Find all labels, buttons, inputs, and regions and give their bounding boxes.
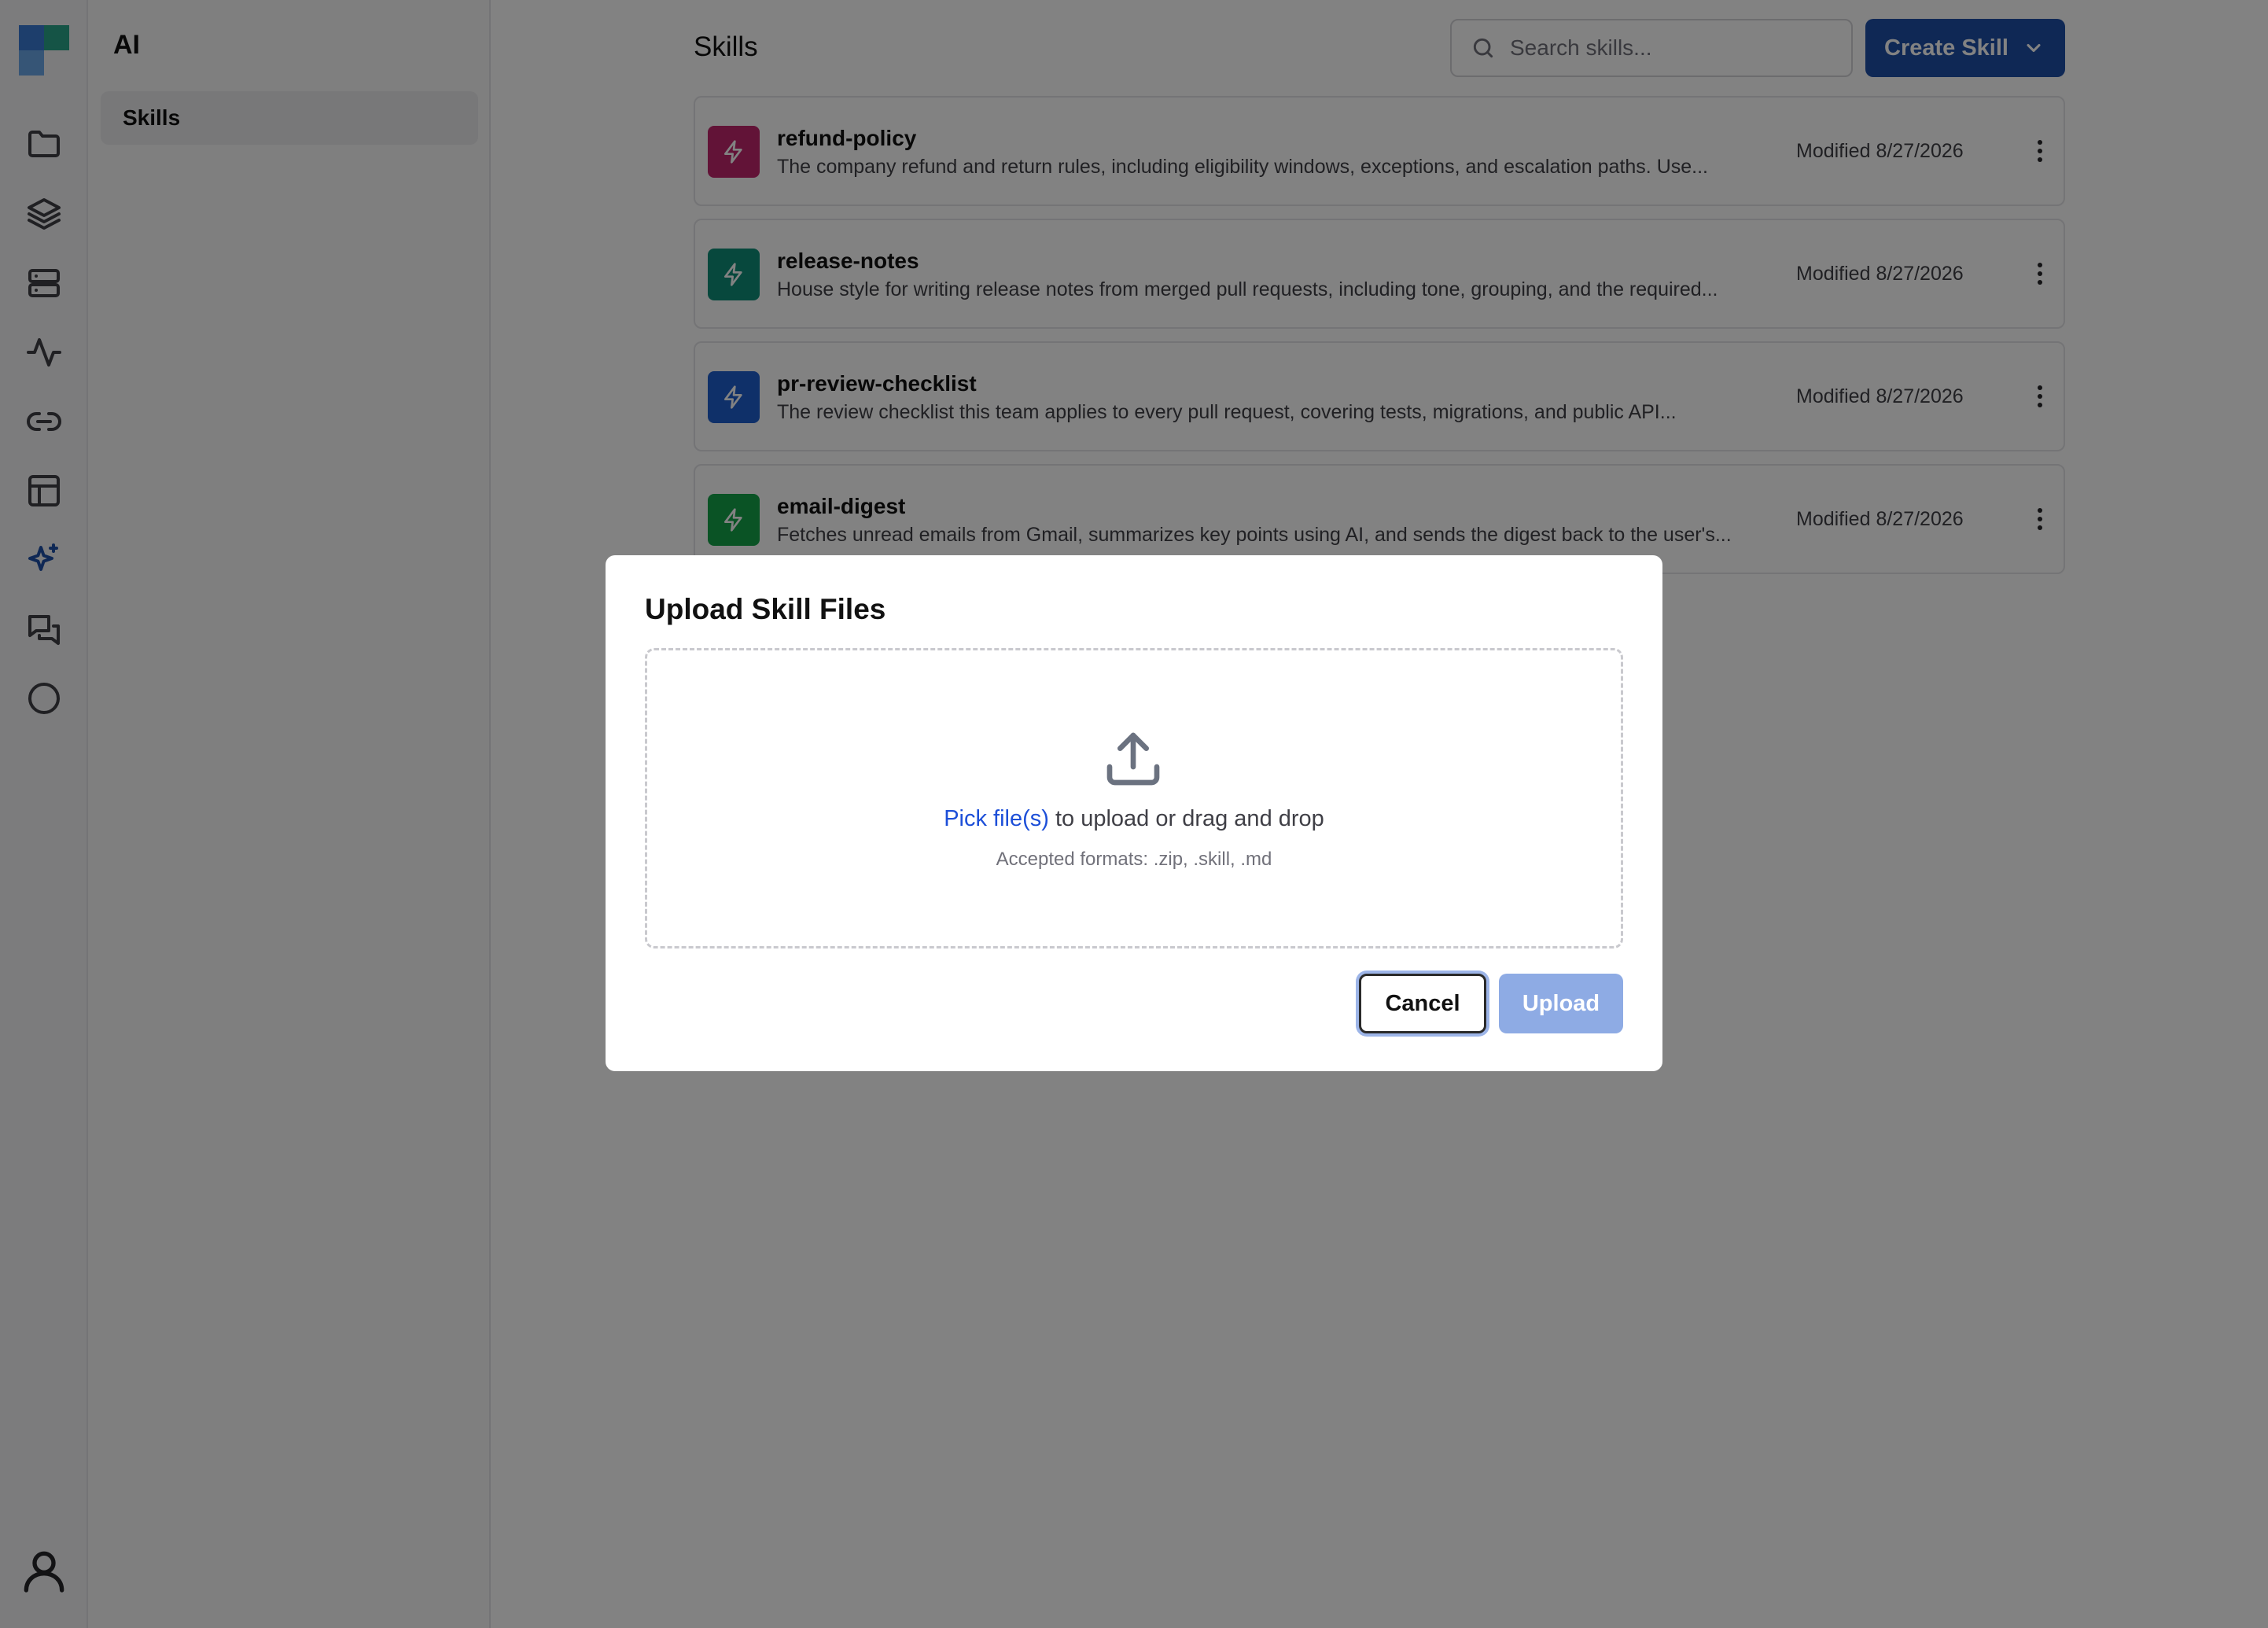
cancel-button[interactable]: Cancel xyxy=(1359,974,1486,1033)
accepted-formats: Accepted formats: .zip, .skill, .md xyxy=(996,849,1272,870)
upload-dialog: Upload Skill Files Pick file(s) to uploa… xyxy=(606,555,1662,1071)
pick-files-link[interactable]: Pick file(s) xyxy=(944,806,1049,831)
file-dropzone[interactable]: Pick file(s) to upload or drag and drop … xyxy=(645,648,1623,948)
app-window: AI Skills Skills Create Skill refund-pol… xyxy=(0,0,2268,1628)
dropzone-text: Pick file(s) to upload or drag and drop xyxy=(647,806,1621,832)
upload-icon xyxy=(1102,727,1165,790)
drop-instructions: to upload or drag and drop xyxy=(1048,806,1324,831)
upload-button[interactable]: Upload xyxy=(1499,974,1623,1033)
dialog-title: Upload Skill Files xyxy=(645,593,886,625)
